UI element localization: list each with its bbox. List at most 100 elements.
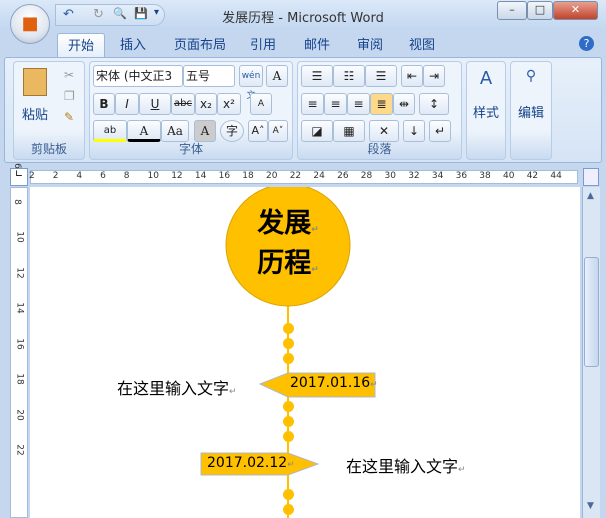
ruler-tick: 10 (147, 171, 159, 181)
clipboard-group-label: 剪贴板 (30, 142, 67, 156)
show-marks-button[interactable]: ↵ (429, 120, 451, 142)
vruler-tick: 6 (11, 163, 22, 169)
numbering-button[interactable]: ☷ (333, 65, 365, 87)
ruler-tick: 12 (171, 171, 183, 181)
timeline-dot (283, 504, 294, 515)
change-case-button[interactable]: Aa (161, 120, 189, 142)
subscript-button[interactable]: x₂ (195, 93, 217, 115)
shading-button[interactable]: ◪ (301, 120, 333, 142)
font-size-select[interactable]: 五号 (183, 65, 235, 87)
bullets-button[interactable]: ☰ (301, 65, 333, 87)
tab-view[interactable]: 视图 (399, 33, 445, 58)
increase-indent-button[interactable]: ⇥ (423, 65, 445, 87)
decrease-indent-button[interactable]: ⇤ (401, 65, 423, 87)
timeline-dot (283, 489, 294, 500)
align-center-button[interactable]: ≡ (324, 93, 347, 115)
bold-button[interactable]: B (93, 93, 115, 115)
styles-group[interactable]: A 样式 (466, 61, 506, 160)
print-preview-icon[interactable]: 🔍 (113, 7, 127, 20)
timeline-dot (283, 431, 294, 442)
italic-button[interactable]: I (115, 93, 139, 115)
font-name-select[interactable]: 宋体 (中文正3 (93, 65, 183, 87)
align-left-button[interactable]: ≡ (301, 93, 324, 115)
strikethrough-button[interactable]: abc (171, 93, 195, 115)
scrollbar-thumb[interactable] (584, 257, 599, 367)
highlight-button[interactable]: ab (93, 120, 127, 142)
tab-selector-button[interactable]: ∟ (10, 168, 28, 186)
shrink-font-button[interactable]: A˅ (268, 120, 288, 142)
view-ruler-button[interactable] (583, 168, 599, 186)
superscript-button[interactable]: x² (217, 93, 241, 115)
ruler-bar (30, 170, 578, 184)
tab-review[interactable]: 审阅 (347, 33, 393, 58)
timeline-dot (283, 416, 294, 427)
paragraph-group-label: 段落 (367, 142, 392, 156)
event-date-2[interactable]: 2017.02.12↵ (207, 455, 295, 471)
help-icon[interactable]: ? (579, 36, 594, 51)
underline-button[interactable]: U (139, 93, 171, 115)
document-page[interactable]: 发展↵ 历程↵ 2017.01.16↵ 在这里输入文字↵ 2017.02.12↵… (30, 187, 580, 518)
restore-button[interactable]: □ (527, 1, 553, 20)
ruler-tick: 30 (384, 171, 396, 181)
sort-button[interactable]: ↓ (403, 120, 425, 142)
scroll-down-icon[interactable]: ▼ (587, 501, 594, 511)
scroll-up-icon[interactable]: ▲ (587, 191, 594, 201)
event-date-1[interactable]: 2017.01.16↵ (290, 375, 378, 391)
ruler-tick: 34 (431, 171, 444, 181)
distributed-button[interactable]: ⇹ (393, 93, 415, 115)
ruler-tick: 16 (218, 171, 231, 181)
tab-insert[interactable]: 插入 (110, 33, 156, 58)
timeline-dot (283, 353, 294, 364)
redo-icon[interactable]: ↻ (93, 7, 104, 22)
tab-mailings[interactable]: 邮件 (294, 33, 340, 58)
ribbon: 粘贴 ✂ ❐ ✎ 剪贴板 宋体 (中文正3 五号 wén文 A B I U ab… (4, 57, 602, 163)
ruler-tick: 24 (313, 171, 325, 181)
ruler-tick: 40 (503, 171, 515, 181)
editing-group[interactable]: ⚲ 编辑 (510, 61, 552, 160)
timeline-dot (283, 323, 294, 334)
format-painter-icon[interactable]: ✎ (64, 110, 74, 124)
grow-font-button[interactable]: A˄ (248, 120, 268, 142)
character-shading-button[interactable]: A (194, 120, 216, 142)
ruler-tick: 2 (52, 171, 59, 181)
ruler-tick: 22 (289, 171, 302, 181)
ruler-tick: 38 (479, 171, 491, 181)
vruler-tick: 8 (11, 198, 22, 205)
event-text-1[interactable]: 在这里输入文字↵ (117, 375, 237, 399)
vruler-tick: 12 (14, 266, 25, 279)
ruler-tick: 36 (455, 171, 468, 181)
cut-icon[interactable]: ✂ (64, 68, 74, 82)
font-color-button[interactable]: A (127, 120, 161, 142)
character-border-button[interactable]: A (266, 65, 288, 87)
ruler-tick: 28 (360, 171, 373, 181)
minimize-button[interactable]: – (497, 1, 527, 20)
save-icon[interactable]: 💾 (134, 7, 148, 20)
vertical-scrollbar[interactable]: ▲ ▼ (582, 187, 600, 518)
customize-qat-icon[interactable]: ▾ (154, 7, 159, 18)
borders-button[interactable]: ▦ (333, 120, 365, 142)
enclose-character-button[interactable]: 字 (220, 120, 244, 142)
ruler-tick: 26 (337, 171, 349, 181)
horizontal-ruler[interactable]: ∟ 2 2 4 6 8 10 12 14 16 18 20 22 24 26 28 30 32 34 36 38 40 4… (0, 167, 606, 187)
quick-access-toolbar: ↶ ↻ 🔍 💾 ▾ (55, 4, 165, 26)
styles-label: 样式 (472, 106, 499, 121)
paste-button[interactable]: 粘贴 (18, 68, 52, 138)
tab-home[interactable]: 开始 (57, 33, 106, 58)
justify-button[interactable]: ≣ (370, 93, 393, 115)
tab-references[interactable]: 引用 (240, 33, 286, 58)
undo-icon[interactable]: ↶ (63, 7, 74, 22)
find-binoculars-icon: ⚲ (525, 68, 537, 84)
align-right-button[interactable]: ≡ (347, 93, 370, 115)
clear-formatting-button[interactable]: A (250, 93, 272, 115)
font-group-label: 字体 (178, 142, 203, 156)
multilevel-list-button[interactable]: ☰ (365, 65, 397, 87)
line-spacing-button[interactable]: ↕ (419, 93, 449, 115)
close-button[interactable]: ✕ (553, 1, 598, 20)
ruler-tick: 8 (123, 171, 130, 181)
event-text-2[interactable]: 在这里输入文字↵ (346, 453, 466, 477)
phonetic-guide-button[interactable]: wén文 (239, 65, 263, 101)
copy-icon[interactable]: ❐ (64, 89, 75, 103)
asian-layout-button[interactable]: ✕ (369, 120, 399, 142)
title-text[interactable]: 发展↵ 历程↵ (226, 207, 350, 287)
tab-page-layout[interactable]: 页面布局 (164, 33, 236, 58)
